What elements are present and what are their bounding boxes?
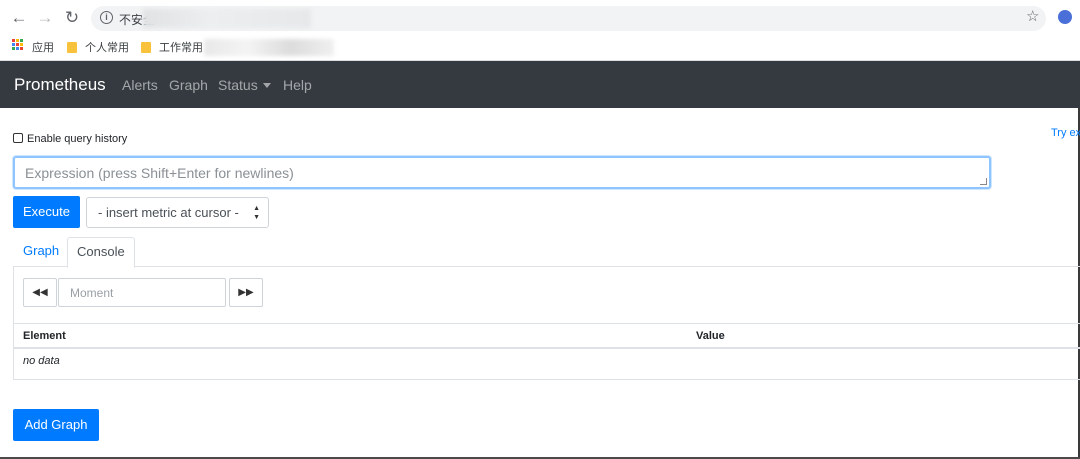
bookmark-label: 个人常用	[85, 42, 129, 54]
browser-toolbar: ← → ↻ i 不安全 ☆	[0, 0, 1080, 36]
bookmark-star-icon[interactable]: ☆	[1026, 9, 1039, 25]
reload-icon[interactable]: ↻	[63, 9, 81, 27]
rewind-icon: ◀◀	[32, 287, 48, 298]
query-history-toggle[interactable]: Enable query history	[13, 133, 127, 145]
bookmark-label: 应用	[32, 42, 54, 54]
nav-alerts[interactable]: Alerts	[122, 77, 158, 93]
insert-metric-select[interactable]: - insert metric at cursor - ▲ ▼	[86, 197, 269, 228]
metric-select-value: - insert metric at cursor -	[98, 205, 239, 220]
folder-icon	[67, 42, 77, 53]
redacted-bookmarks	[204, 39, 334, 56]
apps-grid-icon[interactable]	[12, 39, 23, 50]
folder-icon	[141, 42, 151, 53]
fast-forward-icon: ▶▶	[238, 287, 254, 298]
add-graph-button[interactable]: Add Graph	[13, 409, 99, 441]
moment-input[interactable]: Moment	[58, 278, 226, 307]
table-header-divider	[14, 347, 1080, 349]
try-experimental-link[interactable]: Try ex	[1051, 127, 1080, 139]
table-border	[14, 323, 1080, 324]
expression-input[interactable]: Expression (press Shift+Enter for newlin…	[13, 156, 991, 189]
column-header-value: Value	[696, 330, 725, 342]
bookmark-apps[interactable]: 应用	[32, 40, 54, 56]
view-tabs: Graph Console	[13, 237, 1080, 268]
tab-console[interactable]: Console	[67, 237, 135, 268]
moment-placeholder: Moment	[70, 286, 114, 300]
brand-link[interactable]: Prometheus	[14, 75, 106, 95]
nav-graph[interactable]: Graph	[169, 77, 208, 93]
moment-forward-button[interactable]: ▶▶	[229, 278, 263, 307]
select-arrows-icon: ▲ ▼	[253, 205, 260, 221]
execute-button[interactable]: Execute	[13, 196, 80, 228]
bookmark-label: 工作常用	[159, 42, 203, 54]
tab-graph[interactable]: Graph	[14, 237, 68, 265]
bookmark-personal[interactable]: 个人常用	[67, 40, 129, 56]
nav-status-label: Status	[218, 77, 258, 93]
back-icon[interactable]: ←	[10, 9, 28, 27]
forward-icon[interactable]: →	[36, 9, 54, 27]
address-bar[interactable]: i 不安全	[91, 6, 1046, 31]
empty-table-text: no data	[23, 355, 60, 367]
column-header-element: Element	[23, 330, 66, 342]
info-icon[interactable]: i	[100, 11, 113, 24]
extension-icon[interactable]	[1058, 10, 1072, 24]
nav-status[interactable]: Status	[218, 77, 271, 93]
expression-placeholder: Expression (press Shift+Enter for newlin…	[25, 165, 294, 181]
history-label: Enable query history	[27, 133, 128, 145]
nav-help[interactable]: Help	[283, 77, 312, 93]
moment-back-button[interactable]: ◀◀	[23, 278, 57, 307]
bookmark-work[interactable]: 工作常用	[141, 40, 203, 56]
prometheus-navbar: Prometheus Alerts Graph Status Help	[0, 61, 1080, 108]
caret-down-icon	[262, 83, 271, 88]
redacted-url	[143, 9, 311, 28]
bookmarks-bar: 应用 个人常用 工作常用	[0, 36, 1080, 61]
resize-handle-icon[interactable]	[980, 178, 987, 185]
history-checkbox[interactable]	[13, 133, 23, 143]
